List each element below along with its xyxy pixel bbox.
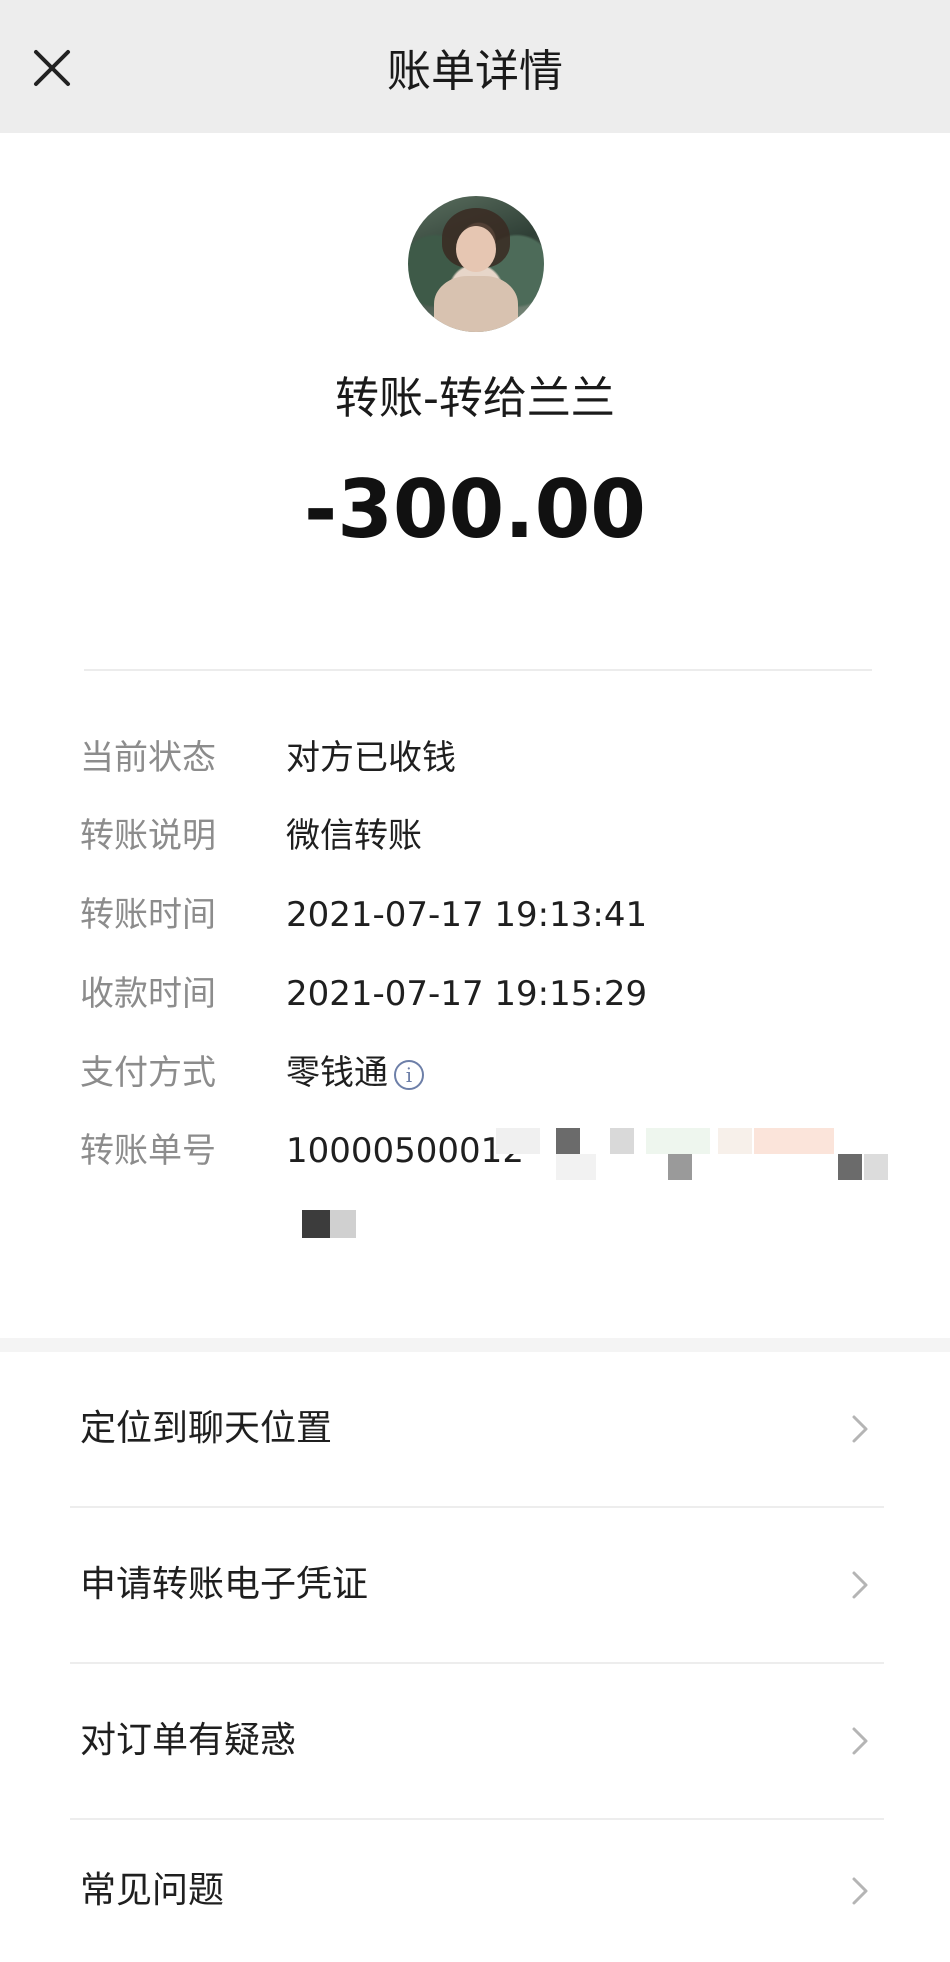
redaction-mosaic [302, 1210, 330, 1238]
redaction-mosaic [718, 1128, 752, 1154]
detail-label: 当前状态 [80, 738, 216, 778]
redaction-mosaic [556, 1128, 580, 1154]
menu-item-label: 申请转账电子凭证 [80, 1564, 369, 1605]
menu-item-order-doubt[interactable]: 对订单有疑惑 [0, 1664, 950, 1818]
detail-label: 支付方式 [80, 1053, 216, 1093]
order-number: 10000500012 [286, 1131, 524, 1171]
detail-value: 零钱通 i [286, 1048, 424, 1098]
section-divider [84, 669, 872, 671]
payee-name: 转账-转给兰兰 [335, 373, 615, 424]
menu-item-locate-chat[interactable]: 定位到聊天位置 [0, 1352, 950, 1506]
menu-item-apply-voucher[interactable]: 申请转账电子凭证 [0, 1508, 950, 1662]
redaction-mosaic [754, 1128, 834, 1154]
detail-row-transfer-time: 转账时间 2021-07-17 19:13:41 [0, 890, 950, 940]
detail-label: 收款时间 [80, 974, 216, 1014]
detail-value: 2021-07-17 19:13:41 [286, 895, 648, 935]
redaction-mosaic [556, 1154, 596, 1180]
redaction-mosaic [864, 1154, 888, 1180]
redaction-mosaic [668, 1154, 692, 1180]
page-title: 账单详情 [387, 46, 563, 97]
chevron-right-icon [852, 1415, 868, 1443]
detail-row-receive-time: 收款时间 2021-07-17 19:15:29 [0, 969, 950, 1019]
redaction-mosaic [646, 1128, 710, 1154]
menu-item-label: 常见问题 [80, 1870, 225, 1911]
menu-item-faq[interactable]: 常见问题 [0, 1820, 950, 1962]
menu-item-label: 定位到聊天位置 [80, 1408, 333, 1449]
avatar [408, 196, 544, 332]
detail-value: 2021-07-17 19:15:29 [286, 974, 648, 1014]
detail-row-remark: 转账说明 微信转账 [0, 811, 950, 861]
detail-row-payment-method: 支付方式 零钱通 i [0, 1048, 950, 1098]
info-icon[interactable]: i [394, 1059, 424, 1090]
chevron-right-icon [852, 1727, 868, 1755]
transfer-amount: -300.00 [304, 463, 646, 556]
avatar-face [456, 226, 496, 272]
chevron-right-icon [852, 1877, 868, 1905]
payment-method-text: 零钱通 [286, 1053, 388, 1093]
detail-value: 微信转账 [286, 816, 422, 856]
top-bar: 账单详情 [0, 0, 950, 133]
menu-item-label: 对订单有疑惑 [80, 1720, 297, 1761]
redaction-mosaic [496, 1128, 540, 1154]
detail-value: 对方已收钱 [286, 738, 456, 778]
section-gap [0, 1338, 950, 1352]
chevron-right-icon [852, 1571, 868, 1599]
redaction-mosaic [330, 1210, 356, 1238]
redaction-mosaic [610, 1128, 634, 1154]
detail-row-status: 当前状态 对方已收钱 [0, 733, 950, 783]
detail-label: 转账说明 [80, 816, 216, 856]
detail-label: 转账时间 [80, 895, 216, 935]
avatar-body [434, 276, 518, 332]
redaction-mosaic [838, 1154, 862, 1180]
detail-value: 10000500012 [286, 1126, 524, 1176]
detail-label: 转账单号 [80, 1131, 216, 1171]
